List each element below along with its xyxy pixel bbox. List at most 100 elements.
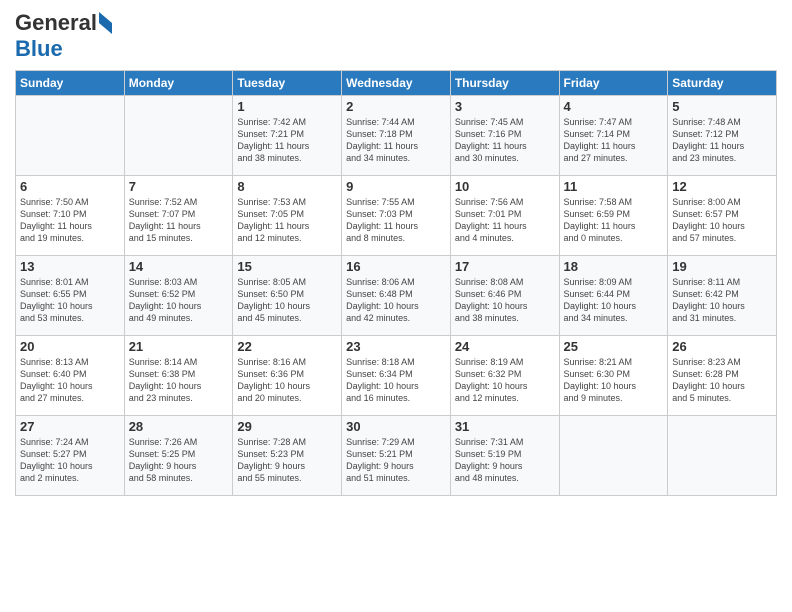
day-info: Sunrise: 7:42 AM Sunset: 7:21 PM Dayligh… (237, 116, 337, 165)
column-header-friday: Friday (559, 71, 668, 96)
day-number: 17 (455, 259, 555, 274)
calendar-cell (668, 416, 777, 496)
day-number: 2 (346, 99, 446, 114)
header: General Blue (15, 10, 777, 62)
day-number: 12 (672, 179, 772, 194)
calendar-cell: 31 Sunrise: 7:31 AM Sunset: 5:19 PM Dayli… (450, 416, 559, 496)
calendar-cell: 25Sunrise: 8:21 AM Sunset: 6:30 PM Dayli… (559, 336, 668, 416)
calendar-cell: 12 Sunrise: 8:00 AM Sunset: 6:57 PM Dayli… (668, 176, 777, 256)
day-number: 4 (564, 99, 664, 114)
calendar-cell: 11 Sunrise: 7:58 AM Sunset: 6:59 PM Dayli… (559, 176, 668, 256)
day-number: 5 (672, 99, 772, 114)
day-number: 27 (20, 419, 120, 434)
day-number: 15 (237, 259, 337, 274)
day-number: 24 (455, 339, 555, 354)
calendar-cell: 20Sunrise: 8:13 AM Sunset: 6:40 PM Dayli… (16, 336, 125, 416)
day-info: Sunrise: 7:52 AM Sunset: 7:07 PM Dayligh… (129, 196, 229, 245)
calendar-cell: 13 Sunrise: 8:01 AM Sunset: 6:55 PM Dayli… (16, 256, 125, 336)
day-info: Sunrise: 8:19 AM Sunset: 6:32 PM Dayligh… (455, 356, 555, 405)
calendar-cell: 3Sunrise: 7:45 AM Sunset: 7:16 PM Daylig… (450, 96, 559, 176)
calendar-cell: 29Sunrise: 7:28 AM Sunset: 5:23 PM Dayli… (233, 416, 342, 496)
calendar-cell: 17 Sunrise: 8:08 AM Sunset: 6:46 PM Dayli… (450, 256, 559, 336)
calendar-table: SundayMondayTuesdayWednesdayThursdayFrid… (15, 70, 777, 496)
day-number: 11 (564, 179, 664, 194)
day-info: Sunrise: 8:03 AM Sunset: 6:52 PM Dayligh… (129, 276, 229, 325)
day-number: 25 (564, 339, 664, 354)
day-info: Sunrise: 8:00 AM Sunset: 6:57 PM Dayligh… (672, 196, 772, 245)
calendar-cell: 26 Sunrise: 8:23 AM Sunset: 6:28 PM Dayli… (668, 336, 777, 416)
calendar-cell: 16Sunrise: 8:06 AM Sunset: 6:48 PM Dayli… (342, 256, 451, 336)
day-number: 7 (129, 179, 229, 194)
calendar-cell (559, 416, 668, 496)
calendar-cell: 21Sunrise: 8:14 AM Sunset: 6:38 PM Dayli… (124, 336, 233, 416)
day-info: Sunrise: 7:24 AM Sunset: 5:27 PM Dayligh… (20, 436, 120, 485)
calendar-cell: 27 Sunrise: 7:24 AM Sunset: 5:27 PM Dayli… (16, 416, 125, 496)
day-info: Sunrise: 7:47 AM Sunset: 7:14 PM Dayligh… (564, 116, 664, 165)
calendar-cell: 19 Sunrise: 8:11 AM Sunset: 6:42 PM Dayli… (668, 256, 777, 336)
day-number: 1 (237, 99, 337, 114)
day-info: Sunrise: 7:58 AM Sunset: 6:59 PM Dayligh… (564, 196, 664, 245)
day-info: Sunrise: 7:31 AM Sunset: 5:19 PM Dayligh… (455, 436, 555, 485)
column-header-saturday: Saturday (668, 71, 777, 96)
calendar-cell: 28Sunrise: 7:26 AM Sunset: 5:25 PM Dayli… (124, 416, 233, 496)
calendar-week-row: 13 Sunrise: 8:01 AM Sunset: 6:55 PM Dayli… (16, 256, 777, 336)
day-number: 23 (346, 339, 446, 354)
day-info: Sunrise: 7:53 AM Sunset: 7:05 PM Dayligh… (237, 196, 337, 245)
day-number: 18 (564, 259, 664, 274)
day-info: Sunrise: 8:23 AM Sunset: 6:28 PM Dayligh… (672, 356, 772, 405)
day-number: 30 (346, 419, 446, 434)
day-info: Sunrise: 8:08 AM Sunset: 6:46 PM Dayligh… (455, 276, 555, 325)
day-number: 13 (20, 259, 120, 274)
calendar-cell: 23 Sunrise: 8:18 AM Sunset: 6:34 PM Dayli… (342, 336, 451, 416)
day-info: Sunrise: 8:18 AM Sunset: 6:34 PM Dayligh… (346, 356, 446, 405)
day-info: Sunrise: 7:44 AM Sunset: 7:18 PM Dayligh… (346, 116, 446, 165)
logo-general: General (15, 10, 97, 36)
day-number: 19 (672, 259, 772, 274)
day-number: 31 (455, 419, 555, 434)
calendar-week-row: 27 Sunrise: 7:24 AM Sunset: 5:27 PM Dayli… (16, 416, 777, 496)
calendar-week-row: 20Sunrise: 8:13 AM Sunset: 6:40 PM Dayli… (16, 336, 777, 416)
calendar-cell: 18 Sunrise: 8:09 AM Sunset: 6:44 PM Dayli… (559, 256, 668, 336)
calendar-cell (16, 96, 125, 176)
day-info: Sunrise: 8:16 AM Sunset: 6:36 PM Dayligh… (237, 356, 337, 405)
day-number: 8 (237, 179, 337, 194)
day-number: 9 (346, 179, 446, 194)
day-info: Sunrise: 7:50 AM Sunset: 7:10 PM Dayligh… (20, 196, 120, 245)
day-info: Sunrise: 8:01 AM Sunset: 6:55 PM Dayligh… (20, 276, 120, 325)
calendar-cell: 30 Sunrise: 7:29 AM Sunset: 5:21 PM Dayli… (342, 416, 451, 496)
day-info: Sunrise: 7:48 AM Sunset: 7:12 PM Dayligh… (672, 116, 772, 165)
day-info: Sunrise: 7:56 AM Sunset: 7:01 PM Dayligh… (455, 196, 555, 245)
calendar-week-row: 1 Sunrise: 7:42 AM Sunset: 7:21 PM Daylig… (16, 96, 777, 176)
day-number: 28 (129, 419, 229, 434)
day-number: 10 (455, 179, 555, 194)
column-header-thursday: Thursday (450, 71, 559, 96)
day-number: 26 (672, 339, 772, 354)
day-info: Sunrise: 8:09 AM Sunset: 6:44 PM Dayligh… (564, 276, 664, 325)
calendar-header-row: SundayMondayTuesdayWednesdayThursdayFrid… (16, 71, 777, 96)
day-number: 6 (20, 179, 120, 194)
day-number: 20 (20, 339, 120, 354)
day-info: Sunrise: 8:11 AM Sunset: 6:42 PM Dayligh… (672, 276, 772, 325)
calendar-cell: 2 Sunrise: 7:44 AM Sunset: 7:18 PM Daylig… (342, 96, 451, 176)
calendar-cell: 7 Sunrise: 7:52 AM Sunset: 7:07 PM Daylig… (124, 176, 233, 256)
calendar-cell: 1 Sunrise: 7:42 AM Sunset: 7:21 PM Daylig… (233, 96, 342, 176)
day-number: 21 (129, 339, 229, 354)
day-info: Sunrise: 8:06 AM Sunset: 6:48 PM Dayligh… (346, 276, 446, 325)
day-number: 22 (237, 339, 337, 354)
logo: General Blue (15, 10, 112, 62)
day-info: Sunrise: 8:05 AM Sunset: 6:50 PM Dayligh… (237, 276, 337, 325)
calendar-cell: 8 Sunrise: 7:53 AM Sunset: 7:05 PM Daylig… (233, 176, 342, 256)
column-header-monday: Monday (124, 71, 233, 96)
column-header-tuesday: Tuesday (233, 71, 342, 96)
day-number: 14 (129, 259, 229, 274)
calendar-cell: 5 Sunrise: 7:48 AM Sunset: 7:12 PM Daylig… (668, 96, 777, 176)
column-header-sunday: Sunday (16, 71, 125, 96)
column-header-wednesday: Wednesday (342, 71, 451, 96)
calendar-cell: 24 Sunrise: 8:19 AM Sunset: 6:32 PM Dayli… (450, 336, 559, 416)
day-info: Sunrise: 7:45 AM Sunset: 7:16 PM Dayligh… (455, 116, 555, 165)
day-info: Sunrise: 7:29 AM Sunset: 5:21 PM Dayligh… (346, 436, 446, 485)
calendar-cell: 9Sunrise: 7:55 AM Sunset: 7:03 PM Daylig… (342, 176, 451, 256)
calendar-cell: 22 Sunrise: 8:16 AM Sunset: 6:36 PM Dayli… (233, 336, 342, 416)
calendar-cell: 10 Sunrise: 7:56 AM Sunset: 7:01 PM Dayli… (450, 176, 559, 256)
calendar-cell: 6 Sunrise: 7:50 AM Sunset: 7:10 PM Daylig… (16, 176, 125, 256)
